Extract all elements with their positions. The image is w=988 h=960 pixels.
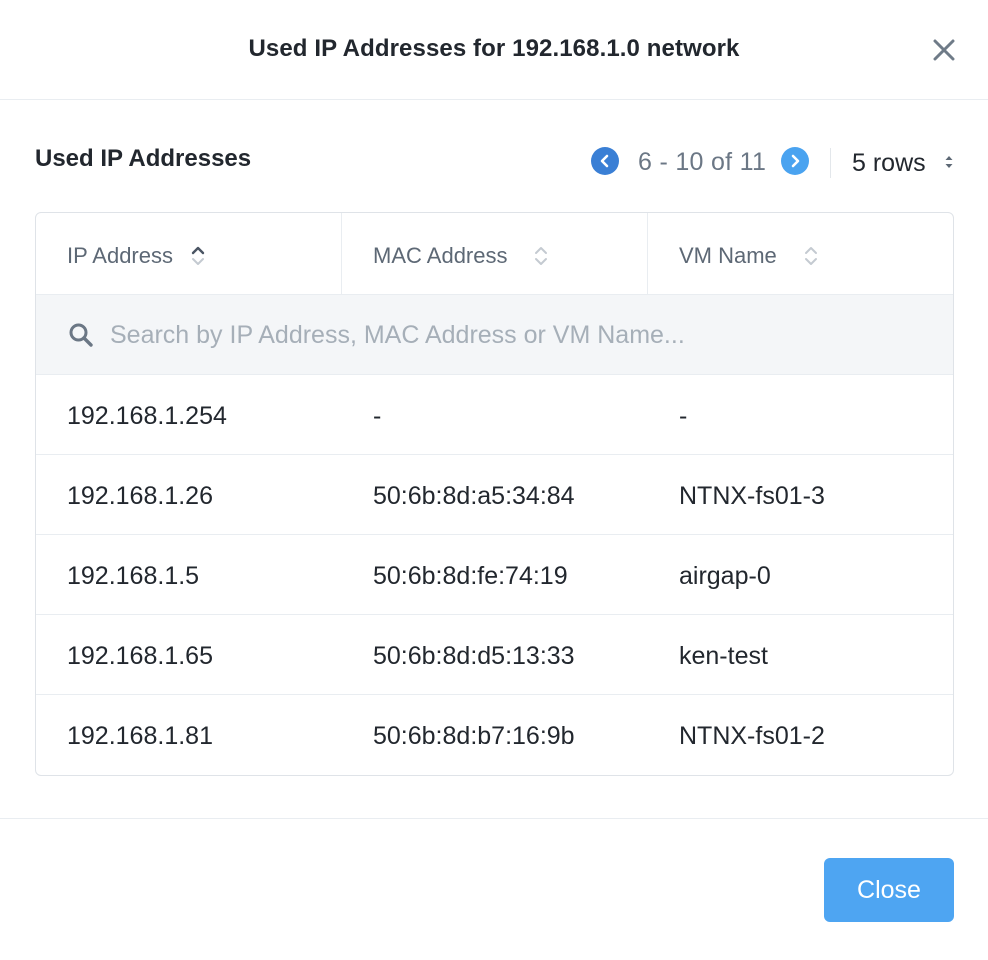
column-header-mac-address[interactable]: MAC Address	[342, 213, 648, 295]
dialog-title: Used IP Addresses for 192.168.1.0 networ…	[248, 35, 740, 62]
dialog-header: Used IP Addresses for 192.168.1.0 networ…	[0, 0, 988, 100]
rows-per-page-select[interactable]: 5 rows	[852, 146, 960, 178]
pager-divider	[830, 148, 831, 178]
table-row[interactable]: 192.168.1.81 50:6b:8d:b7:16:9b NTNX-fs01…	[36, 695, 953, 775]
search-icon	[69, 323, 93, 347]
column-label: MAC Address	[373, 243, 508, 268]
page-range: 6 - 10 of 11	[638, 148, 767, 176]
mac-address-cell: 50:6b:8d:fe:74:19	[373, 562, 568, 590]
mac-address-cell: 50:6b:8d:a5:34:84	[373, 482, 575, 510]
dialog-footer: Close	[0, 818, 988, 960]
table-search-row	[36, 295, 953, 375]
ip-address-cell: 192.168.1.81	[67, 722, 213, 750]
chevron-right-icon	[791, 154, 800, 168]
vm-name-cell: NTNX-fs01-3	[679, 482, 825, 510]
mac-address-cell: -	[373, 402, 382, 430]
pagination: 6 - 10 of 11 5 rows	[590, 146, 960, 178]
ip-address-cell: 192.168.1.26	[67, 482, 213, 510]
previous-page-button[interactable]	[591, 147, 619, 175]
table-row[interactable]: 192.168.1.254 - -	[36, 375, 953, 455]
vm-name-cell: ken-test	[679, 642, 768, 670]
used-ip-addresses-dialog: Used IP Addresses for 192.168.1.0 networ…	[0, 0, 988, 960]
table-header: IP Address MAC Address VM Name	[36, 213, 953, 295]
ip-address-cell: 192.168.1.65	[67, 642, 213, 670]
chevron-left-icon	[600, 154, 609, 168]
sort-icon	[535, 247, 547, 265]
vm-name-cell: airgap-0	[679, 562, 771, 590]
column-header-ip-address[interactable]: IP Address	[36, 213, 342, 295]
column-header-vm-name[interactable]: VM Name	[648, 213, 953, 295]
sort-caret-icon	[945, 156, 953, 168]
close-icon[interactable]	[930, 36, 958, 64]
table-row[interactable]: 192.168.1.26 50:6b:8d:a5:34:84 NTNX-fs01…	[36, 455, 953, 535]
mac-address-cell: 50:6b:8d:b7:16:9b	[373, 722, 575, 750]
table-row[interactable]: 192.168.1.5 50:6b:8d:fe:74:19 airgap-0	[36, 535, 953, 615]
vm-name-cell: -	[679, 402, 688, 430]
next-page-button[interactable]	[781, 147, 809, 175]
ip-address-cell: 192.168.1.254	[67, 402, 227, 430]
close-button[interactable]: Close	[824, 858, 954, 922]
sort-icon	[805, 247, 817, 265]
section-title: Used IP Addresses	[35, 145, 252, 172]
used-ip-table: IP Address MAC Address VM Name Search by…	[35, 212, 954, 776]
rows-per-page-label: 5 rows	[852, 149, 926, 177]
ip-address-cell: 192.168.1.5	[67, 562, 200, 590]
column-label: IP Address	[67, 243, 173, 268]
sort-ascending-icon	[191, 246, 205, 265]
search-input[interactable]	[110, 313, 930, 357]
vm-name-cell: NTNX-fs01-2	[679, 722, 825, 750]
column-label: VM Name	[679, 243, 777, 268]
table-row[interactable]: 192.168.1.65 50:6b:8d:d5:13:33 ken-test	[36, 615, 953, 695]
mac-address-cell: 50:6b:8d:d5:13:33	[373, 642, 575, 670]
